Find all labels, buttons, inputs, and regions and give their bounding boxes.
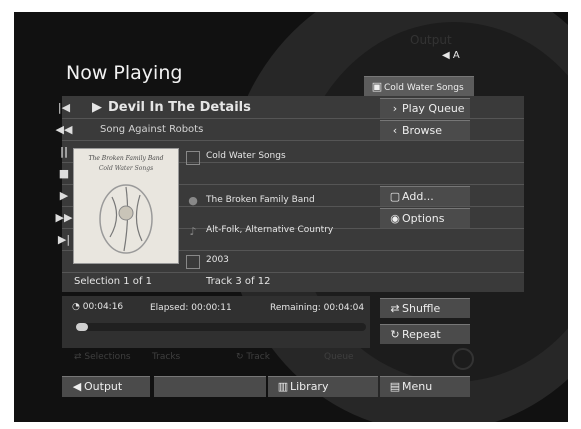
- artist-name: The Broken Family Band: [206, 195, 315, 205]
- play-queue-button[interactable]: › Play Queue: [380, 98, 470, 118]
- genre-icon: ♪: [189, 225, 197, 238]
- play-button[interactable]: ▶: [54, 186, 74, 206]
- elapsed-time: Elapsed: 00:00:11: [150, 303, 232, 313]
- speaker-icon: ◀: [442, 50, 450, 61]
- album-link-label: Cold Water Songs: [384, 83, 464, 93]
- output-watermark: Output: [410, 33, 452, 47]
- tab-selections-label: Selections: [84, 352, 131, 362]
- album-icon: ▣: [371, 80, 383, 93]
- remaining-time: Remaining: 00:04:04: [270, 303, 365, 313]
- repeat-icon: ↻: [390, 328, 400, 341]
- chevron-left-icon: ‹: [392, 124, 398, 137]
- play-icon: ▶: [59, 189, 69, 202]
- progress-track[interactable]: [76, 323, 366, 331]
- progress-fill: [76, 323, 88, 331]
- play-queue-label: Play Queue: [402, 102, 465, 115]
- rewind-button[interactable]: ◀◀: [54, 120, 74, 140]
- skip-start-button[interactable]: |◀: [54, 98, 74, 118]
- speaker-icon: ◀: [72, 380, 82, 393]
- row-divider: [62, 118, 524, 119]
- total-time-value: 00:04:16: [82, 302, 124, 312]
- page-title: Now Playing: [66, 62, 183, 84]
- artist-icon: ●: [188, 194, 198, 207]
- album-name: Cold Water Songs: [206, 151, 286, 161]
- album-art-album-text: Cold Water Songs: [98, 165, 154, 172]
- pause-button[interactable]: ||: [54, 142, 74, 162]
- total-time: ◔ 00:04:16: [72, 302, 123, 312]
- playing-indicator-icon: ▶: [92, 100, 102, 115]
- power-icon: [452, 348, 474, 370]
- row-divider: [62, 140, 524, 141]
- tv-screen: Output ◀ A Now Playing |◀ ◀◀ || ■ ▶ ▶▶ ▶…: [14, 12, 568, 422]
- repeat-button[interactable]: ↻ Repeat: [380, 324, 470, 344]
- output-indicator: ◀ A: [442, 50, 460, 61]
- library-label: Library: [290, 380, 329, 393]
- album-icon: [186, 151, 200, 165]
- now-playing-track: ▶ Devil In The Details: [92, 100, 251, 115]
- skip-end-icon: ▶|: [57, 233, 71, 246]
- output-button[interactable]: ◀ Output: [62, 376, 150, 397]
- add-label: Add...: [402, 190, 434, 203]
- browse-button[interactable]: ‹ Browse: [380, 120, 470, 140]
- tab-track-label: Track: [246, 352, 270, 362]
- options-icon: ◉: [390, 212, 400, 225]
- tab-tracks[interactable]: Tracks: [152, 352, 180, 362]
- track-position: Track 3 of 12: [206, 276, 271, 287]
- album-art: The Broken Family Band Cold Water Songs: [73, 148, 179, 264]
- selection-count: Selection 1 of 1: [74, 276, 152, 287]
- options-label: Options: [402, 212, 445, 225]
- output-speaker-label: A: [452, 50, 460, 61]
- shuffle-label: Shuffle: [402, 302, 441, 315]
- options-button[interactable]: ◉ Options: [380, 208, 470, 228]
- add-button[interactable]: ▢ Add...: [380, 186, 470, 206]
- rewind-icon: ◀◀: [55, 123, 73, 136]
- genre-name: Alt-Folk, Alternative Country: [206, 225, 334, 235]
- skip-end-button[interactable]: ▶|: [54, 230, 74, 250]
- shuffle-icon: ⇄: [74, 352, 82, 362]
- track-title: Devil In The Details: [108, 100, 251, 115]
- skip-start-icon: |◀: [57, 101, 71, 114]
- album-art-illustration: [99, 184, 153, 254]
- album-art-band-text: The Broken Family Band: [88, 155, 164, 162]
- repeat-label: Repeat: [402, 328, 441, 341]
- row-divider: [62, 272, 524, 273]
- menu-button[interactable]: ▤ Menu: [380, 376, 470, 397]
- library-icon: ▥: [277, 380, 289, 393]
- browse-label: Browse: [402, 124, 443, 137]
- year-value: 2003: [206, 255, 229, 265]
- tab-selections[interactable]: ⇄ Selections: [74, 352, 131, 362]
- blank-button[interactable]: [154, 376, 266, 397]
- stop-button[interactable]: ■: [54, 164, 74, 184]
- tab-queue[interactable]: Queue: [324, 352, 354, 362]
- year-icon: [186, 255, 200, 269]
- shuffle-icon: ⇄: [390, 302, 400, 315]
- album-link-button[interactable]: ▣ Cold Water Songs: [364, 76, 474, 96]
- track-subtitle: Song Against Robots: [100, 124, 204, 135]
- fast-forward-button[interactable]: ▶▶: [54, 208, 74, 228]
- shuffle-button[interactable]: ⇄ Shuffle: [380, 298, 470, 318]
- output-button-label: Output: [84, 380, 123, 393]
- chevron-right-icon: ›: [392, 102, 398, 115]
- menu-label: Menu: [402, 380, 433, 393]
- repeat-icon: ↻: [236, 352, 244, 362]
- stop-icon: ■: [58, 167, 70, 180]
- pause-icon: ||: [59, 145, 69, 158]
- clock-icon: ◔: [72, 302, 80, 312]
- tab-track[interactable]: ↻ Track: [236, 352, 270, 362]
- library-button[interactable]: ▥ Library: [268, 376, 378, 397]
- fast-forward-icon: ▶▶: [55, 211, 73, 224]
- menu-icon: ▤: [389, 380, 401, 393]
- add-icon: ▢: [389, 190, 401, 203]
